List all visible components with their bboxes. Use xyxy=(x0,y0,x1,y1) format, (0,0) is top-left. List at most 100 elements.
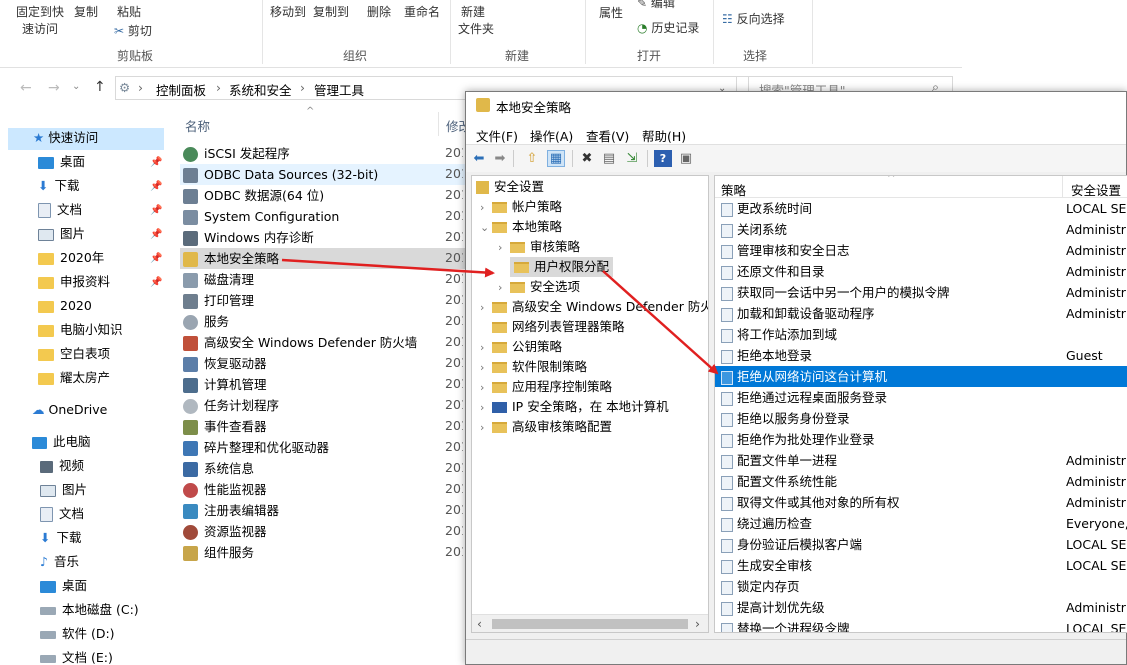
forward-arrow-icon[interactable]: → xyxy=(48,80,60,96)
up-folder-icon[interactable]: ⇧ xyxy=(523,150,541,167)
tree-security-settings[interactable]: 安全设置 xyxy=(476,177,544,197)
policy-row[interactable]: 将工作站添加到域 xyxy=(715,324,1127,345)
menu-view[interactable]: 查看(V) xyxy=(586,126,629,145)
nav-pc-documents[interactable]: 文档 xyxy=(40,503,84,525)
file-row-task-scheduler[interactable]: 任务计划程序 xyxy=(183,395,458,416)
policy-row[interactable]: 拒绝本地登录 Guest xyxy=(715,345,1127,366)
nav-item-desktop[interactable]: 桌面 xyxy=(38,151,85,173)
properties-button[interactable]: 属性 xyxy=(599,4,623,21)
pin-icon[interactable]: 📌 xyxy=(150,277,162,288)
tree-audit-policy[interactable]: › 审核策略 xyxy=(498,237,580,257)
nav-item-blank-form[interactable]: 空白表项 xyxy=(38,343,110,365)
policy-row[interactable]: 配置文件单一进程 Administr xyxy=(715,450,1127,471)
help-icon[interactable]: ? xyxy=(654,150,672,167)
policy-row[interactable]: 绕过遍历检查 Everyone, xyxy=(715,513,1127,534)
tree-advanced-audit[interactable]: › 高级审核策略配置 xyxy=(480,417,612,437)
nav-item-pc-tips[interactable]: 电脑小知识 xyxy=(38,319,123,341)
pin-quick-access-button[interactable]: 固定到快 xyxy=(16,3,64,20)
policy-row[interactable]: 锁定内存页 xyxy=(715,576,1127,597)
file-row-memory-diag[interactable]: Windows 内存诊断 xyxy=(183,227,458,248)
tree-local-policies[interactable]: ⌄ 本地策略 xyxy=(480,217,562,237)
file-row-iscsi[interactable]: iSCSI 发起程序 xyxy=(183,143,458,164)
forward-arrow-icon[interactable]: ➡ xyxy=(491,150,509,167)
policy-row[interactable]: 取得文件或其他对象的所有权 Administr xyxy=(715,492,1127,513)
nav-this-pc[interactable]: 此电脑 xyxy=(32,431,91,453)
file-row-firewall[interactable]: 高级安全 Windows Defender 防火墙 xyxy=(183,332,458,353)
menu-action[interactable]: 操作(A) xyxy=(530,126,573,145)
file-row-odbc32[interactable]: ODBC Data Sources (32-bit) xyxy=(183,164,458,185)
policy-row[interactable]: 更改系统时间 LOCAL SE xyxy=(715,198,1127,219)
delete-button[interactable]: 删除 xyxy=(367,3,391,20)
new-folder-button[interactable]: 新建 xyxy=(461,3,485,20)
file-row-computer-management[interactable]: 计算机管理 xyxy=(183,374,458,395)
show-hide-tree-icon[interactable]: ▦ xyxy=(547,150,565,167)
file-row-print-management[interactable]: 打印管理 xyxy=(183,290,458,311)
policy-row[interactable]: 提高计划优先级 Administr xyxy=(715,597,1127,618)
recent-chevron-icon[interactable]: ⌄ xyxy=(72,81,80,92)
pin-icon[interactable]: 📌 xyxy=(150,205,162,216)
nav-item-2020[interactable]: 2020 xyxy=(38,295,92,317)
policy-row[interactable]: 替换一个进程级令牌 LOCAL SE xyxy=(715,618,1127,632)
file-row-defrag[interactable]: 碎片整理和优化驱动器 xyxy=(183,437,458,458)
file-row-recovery-drive[interactable]: 恢复驱动器 xyxy=(183,353,458,374)
policy-row[interactable]: 拒绝以服务身份登录 xyxy=(715,408,1127,429)
nav-pc-videos[interactable]: 视频 xyxy=(40,455,84,477)
tree-user-rights[interactable]: 用户权限分配 xyxy=(510,257,614,277)
invert-selection-button[interactable]: ☷ 反向选择 xyxy=(722,10,785,27)
nav-item-declaration[interactable]: 申报资料 xyxy=(38,271,110,293)
history-button[interactable]: ◔ 历史记录 xyxy=(637,19,699,36)
pin-icon[interactable]: 📌 xyxy=(150,157,162,168)
nav-quick-access[interactable]: ★ 快速访问 xyxy=(33,127,98,149)
tree-security-options[interactable]: › 安全选项 xyxy=(498,277,580,297)
pin-icon[interactable]: 📌 xyxy=(150,181,162,192)
nav-item-pictures[interactable]: 图片 xyxy=(38,223,85,245)
breadcrumb-admin-tools[interactable]: 管理工具 xyxy=(314,80,364,99)
nav-pc-pictures[interactable]: 图片 xyxy=(40,479,87,501)
file-row-disk-cleanup[interactable]: 磁盘清理 xyxy=(183,269,458,290)
file-row-odbc64[interactable]: ODBC 数据源(64 位) xyxy=(183,185,458,206)
policy-row[interactable]: 身份验证后模拟客户端 LOCAL SE xyxy=(715,534,1127,555)
file-row-regedit[interactable]: 注册表编辑器 xyxy=(183,500,458,521)
new-folder-label[interactable]: 文件夹 xyxy=(458,20,494,37)
scroll-left-icon[interactable]: ‹ xyxy=(477,616,482,631)
delete-icon[interactable]: ✖ xyxy=(578,150,596,167)
nav-pc-drive-d[interactable]: 软件 (D:) xyxy=(40,623,115,645)
copy-button[interactable]: 复制 xyxy=(74,3,98,20)
menu-file[interactable]: 文件(F) xyxy=(476,126,518,145)
tree-app-control[interactable]: › 应用程序控制策略 xyxy=(480,377,612,397)
tree-horizontal-scrollbar[interactable]: ‹ › xyxy=(472,614,708,632)
file-row-component-services[interactable]: 组件服务 xyxy=(183,542,458,563)
nav-pc-downloads[interactable]: ⬇ 下载 xyxy=(40,527,82,549)
properties-icon[interactable]: ▤ xyxy=(600,150,618,167)
pin-icon[interactable]: 📌 xyxy=(150,253,162,264)
file-row-resmon[interactable]: 资源监视器 xyxy=(183,521,458,542)
policy-row[interactable]: 拒绝通过远程桌面服务登录 xyxy=(715,387,1127,408)
up-arrow-icon[interactable]: ↑ xyxy=(94,79,106,95)
move-to-button[interactable]: 移动到 xyxy=(270,3,306,20)
policy-row[interactable]: 拒绝作为批处理作业登录 xyxy=(715,429,1127,450)
policy-row[interactable]: 管理审核和安全日志 Administr xyxy=(715,240,1127,261)
file-row-perfmon[interactable]: 性能监视器 xyxy=(183,479,458,500)
back-arrow-icon[interactable]: ← xyxy=(20,80,32,96)
tree-account-policies[interactable]: › 帐户策略 xyxy=(480,197,562,217)
policy-row[interactable]: 还原文件和目录 Administr xyxy=(715,261,1127,282)
export-list-icon[interactable]: ⇲ xyxy=(623,150,641,167)
policy-row[interactable]: 关闭系统 Administr xyxy=(715,219,1127,240)
pin-quick-access-label[interactable]: 速访问 xyxy=(22,20,58,37)
file-row-sysconfig[interactable]: System Configuration xyxy=(183,206,458,227)
nav-item-downloads[interactable]: ⬇ 下载 xyxy=(38,175,80,197)
pin-icon[interactable]: 📌 xyxy=(150,229,162,240)
tree-network-list[interactable]: 网络列表管理器策略 xyxy=(492,317,625,337)
tree-software-restriction[interactable]: › 软件限制策略 xyxy=(480,357,587,377)
policy-row[interactable]: 生成安全审核 LOCAL SE xyxy=(715,555,1127,576)
nav-item-2020-year[interactable]: 2020年 xyxy=(38,247,104,269)
nav-pc-drive-c[interactable]: 本地磁盘 (C:) xyxy=(40,599,139,621)
rename-button[interactable]: 重命名 xyxy=(404,3,440,20)
paste-button[interactable]: 粘贴 xyxy=(117,3,141,20)
edit-button[interactable]: ✎ 编辑 xyxy=(637,0,675,11)
file-row-services[interactable]: 服务 xyxy=(183,311,458,332)
nav-pc-desktop[interactable]: 桌面 xyxy=(40,575,87,597)
scroll-right-icon[interactable]: › xyxy=(695,616,700,631)
policy-row[interactable]: 加载和卸载设备驱动程序 Administr xyxy=(715,303,1127,324)
copy-to-button[interactable]: 复制到 xyxy=(313,3,349,20)
